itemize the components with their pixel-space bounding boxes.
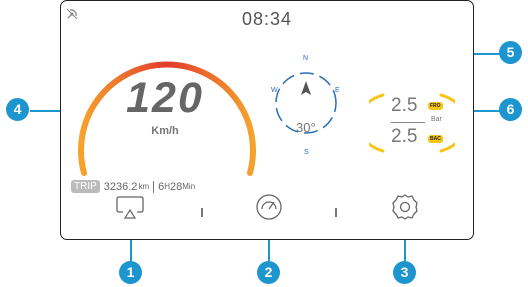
callout-6: 6: [499, 98, 522, 121]
callout-4: 4: [6, 98, 29, 121]
compass-arrow-icon: [301, 81, 311, 95]
toolbar-divider-1: [201, 208, 203, 217]
trip-divider: [153, 180, 155, 193]
dashboard-screen: 08:34 120 Km/h TRIP 3236.2 km 6 H 28 Min…: [60, 0, 474, 240]
callout-5: 5: [499, 41, 522, 64]
front-pressure-value: 2.5: [391, 95, 418, 116]
front-tag: FRO: [428, 102, 443, 110]
trip-badge: TRIP: [71, 180, 100, 193]
callout-3: 3: [393, 261, 416, 284]
gauge-icon: [256, 194, 282, 220]
compass-south: S: [304, 149, 309, 156]
trip-minutes: 28: [170, 180, 183, 193]
screen-mirror-button[interactable]: [112, 189, 148, 225]
callout-2: 2: [257, 261, 280, 284]
settings-button[interactable]: [387, 189, 423, 225]
speed-unit: Km/h: [151, 125, 179, 137]
gauge-button[interactable]: [251, 189, 287, 225]
gear-icon: [392, 194, 418, 220]
screen-mirror-icon: [116, 196, 144, 219]
toolbar-divider-2: [335, 208, 337, 217]
compass-west: W: [271, 87, 278, 94]
rear-tag: BAC: [428, 135, 443, 143]
pressure-unit: Bar: [431, 116, 442, 123]
speed-value: 120: [126, 74, 204, 122]
callout-1: 1: [119, 261, 142, 284]
compass-heading: 30°: [296, 120, 316, 135]
compass-east: E: [335, 87, 340, 94]
rear-pressure-value: 2.5: [391, 126, 418, 147]
clock-time: 08:34: [241, 9, 293, 29]
compass-north: N: [303, 55, 309, 62]
trip-minutes-unit: Min: [182, 182, 196, 191]
pressure-divider: [391, 122, 425, 123]
